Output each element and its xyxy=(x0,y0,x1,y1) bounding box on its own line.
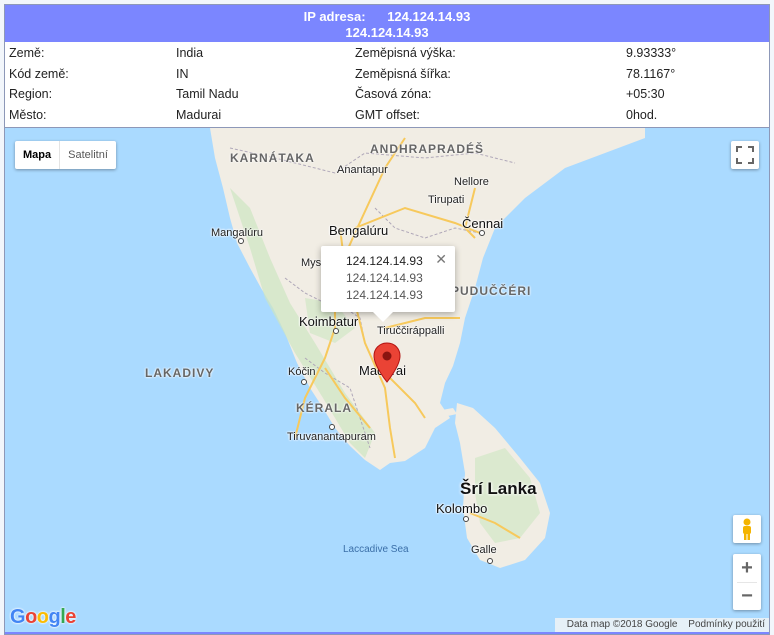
gmt-offset-label: GMT offset: xyxy=(355,107,420,122)
map-label-mangaluru: Mangalúru xyxy=(211,227,263,239)
ip-value-secondary: 124.124.14.93 xyxy=(345,25,429,40)
map-label-srilanka: Šrí Lanka xyxy=(460,479,537,498)
map-label-galle: Galle xyxy=(471,544,497,556)
latitude-label: Zeměpisná výška: xyxy=(355,46,456,60)
timezone-value: +05:30 xyxy=(626,87,665,101)
location-marker-icon[interactable] xyxy=(373,342,401,384)
map-label-karnataka: KARNÁTAKA xyxy=(230,151,315,165)
map-label-tirupati: Tirupati xyxy=(428,194,465,206)
info-window-tail xyxy=(373,312,393,322)
zoom-in-button[interactable]: + xyxy=(733,554,761,582)
map-view[interactable]: KARNÁTAKA ANDHRAPRADÉŠ Anantapur Nellore… xyxy=(5,128,769,632)
city-dot xyxy=(463,516,469,522)
map-label-lakadivy: LAKADIVY xyxy=(145,366,215,380)
info-window-line: 124.124.14.93 xyxy=(346,288,423,302)
fullscreen-icon xyxy=(736,146,754,164)
map-label-kochi: Kóčin xyxy=(288,366,316,378)
pegman-icon xyxy=(743,518,751,540)
google-logo[interactable]: Google xyxy=(10,606,76,629)
city-dot xyxy=(479,230,485,236)
info-table: Země: India Zeměpisná výška: 9.93333° Kó… xyxy=(5,43,769,127)
divider xyxy=(737,582,757,583)
gmt-offset-value: 0hod. xyxy=(626,107,658,122)
map-type-control: Mapa Satelitní xyxy=(15,141,116,169)
country-code-label: Kód země: xyxy=(9,66,69,81)
map-type-satellite-button[interactable]: Satelitní xyxy=(60,141,116,169)
terms-link[interactable]: Podmínky použití xyxy=(688,619,765,630)
map-label-chennai: Čennai xyxy=(462,216,504,231)
city-dot xyxy=(301,379,307,385)
city-dot xyxy=(329,424,335,430)
longitude-value: 78.1167° xyxy=(626,66,676,81)
fullscreen-button[interactable] xyxy=(731,141,759,169)
map-label-tiruvanantapuram: Tiruvanantapuram xyxy=(287,431,376,443)
ip-value: 124.124.14.93 xyxy=(387,9,471,24)
map-label-andhra: ANDHRAPRADÉŠ xyxy=(370,142,485,156)
map-label-bengaluru: Bengalúru xyxy=(329,223,389,238)
region-label: Region: xyxy=(9,87,53,101)
country-value: India xyxy=(176,46,204,60)
map-label-nellore: Nellore xyxy=(454,176,489,188)
map-label-koimbatur: Koimbatur xyxy=(299,314,359,329)
map-label-kerala: KÉRALA xyxy=(296,401,352,415)
map-label-tiruchirappalli: Tiruččiráppalli xyxy=(377,325,445,337)
info-row: Země: India Zeměpisná výška: 9.93333° xyxy=(5,43,769,64)
info-window-line: 124.124.14.93 xyxy=(346,271,423,285)
ip-label: IP adresa: xyxy=(303,9,366,24)
info-row: Region: Tamil Nadu Časová zóna: +05:30 xyxy=(5,84,769,105)
map-label-mysuru: Mys xyxy=(301,257,322,269)
city-label: Město: xyxy=(9,107,47,122)
country-label: Země: xyxy=(9,46,45,60)
city-dot xyxy=(487,558,493,564)
zoom-control: + − xyxy=(733,554,761,610)
street-view-button[interactable] xyxy=(733,515,761,543)
map-attribution: Data map ©2018 Google Podmínky použití xyxy=(554,618,769,632)
latitude-value: 9.93333° xyxy=(626,46,677,60)
city-dot xyxy=(238,238,244,244)
info-window: 124.124.14.93 124.124.14.93 124.124.14.9… xyxy=(321,246,455,322)
zoom-out-button[interactable]: − xyxy=(733,582,761,610)
close-icon[interactable]: ✕ xyxy=(435,251,447,268)
map-label-puducherry: PUDUČČÉRI xyxy=(451,284,532,298)
info-window-line: 124.124.14.93 xyxy=(346,254,423,268)
longitude-label: Zeměpisná šířka: xyxy=(355,66,451,81)
city-value: Madurai xyxy=(176,107,222,122)
map-label-anantapur: Anantapur xyxy=(337,164,388,176)
info-row: Město: Madurai GMT offset: 0hod. xyxy=(5,105,769,126)
timezone-label: Časová zóna: xyxy=(355,87,432,101)
map-data-credit: Data map ©2018 Google xyxy=(566,619,678,630)
ip-header: IP adresa: 124.124.14.93 124.124.14.93 xyxy=(5,5,769,42)
ip-lookup-panel: IP adresa: 124.124.14.93 124.124.14.93 Z… xyxy=(4,4,770,635)
region-value: Tamil Nadu xyxy=(176,87,239,101)
map-type-map-button[interactable]: Mapa xyxy=(15,141,61,169)
city-dot xyxy=(333,328,339,334)
map-label-kolombo: Kolombo xyxy=(436,501,488,516)
info-row: Kód země: IN Zeměpisná šířka: 78.1167° xyxy=(5,64,769,85)
country-code-value: IN xyxy=(176,66,189,81)
map-label-laccadive-sea: Laccadive Sea xyxy=(343,544,409,555)
